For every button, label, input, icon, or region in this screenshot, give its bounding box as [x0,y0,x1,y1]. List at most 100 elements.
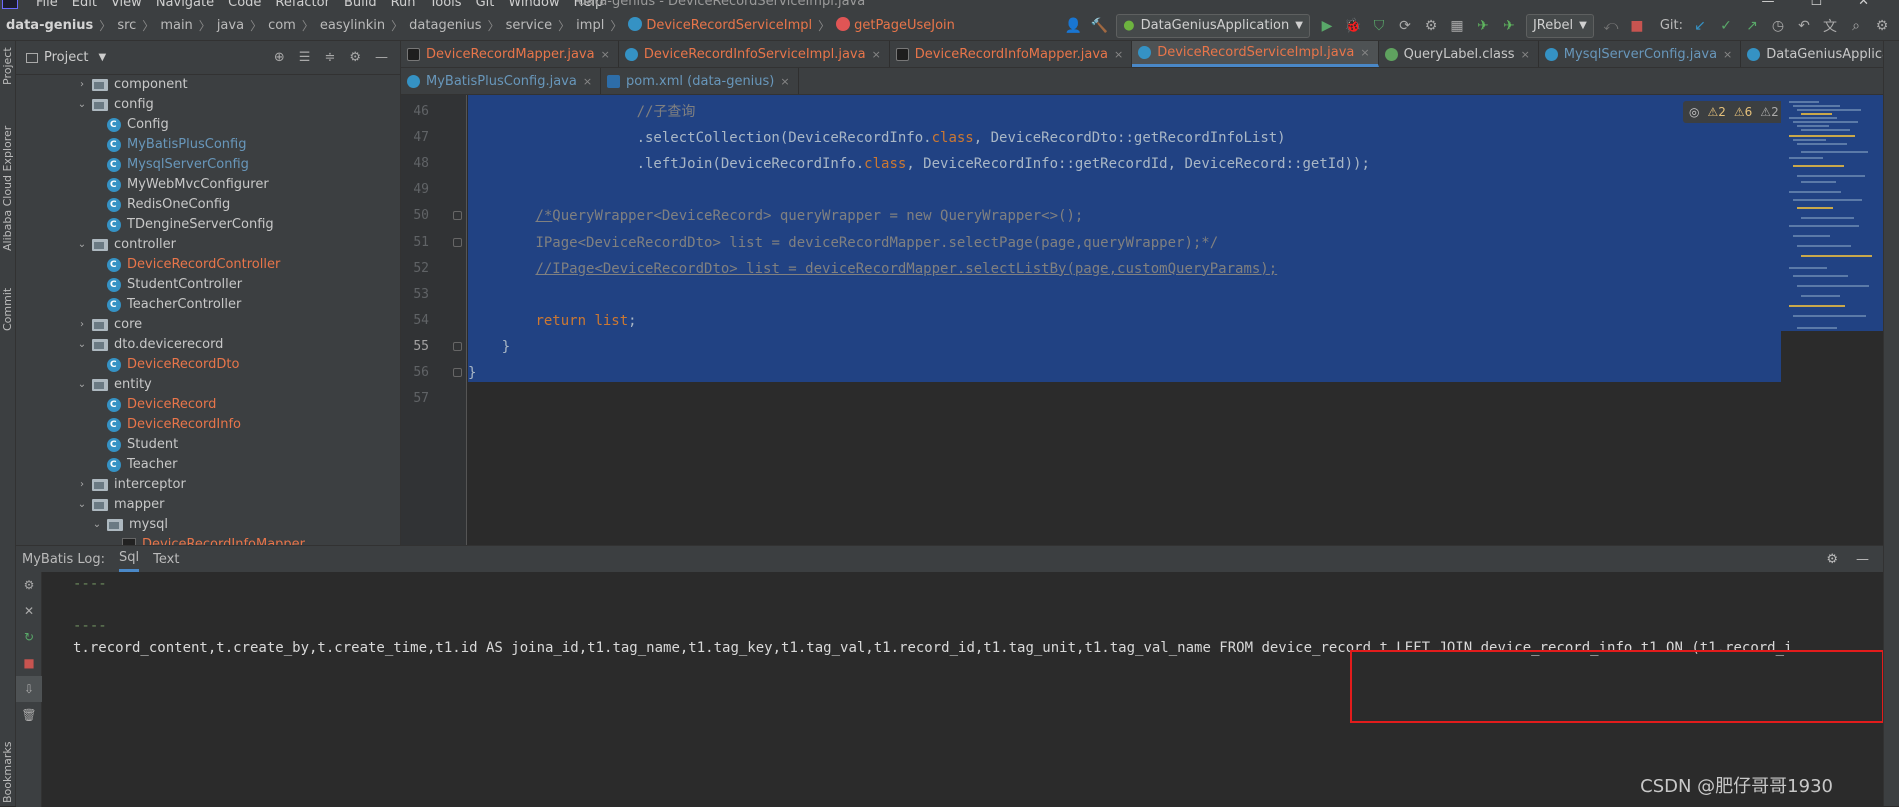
tree-item-tdengineserverconfig[interactable]: TDengineServerConfig [16,215,400,235]
locate-icon[interactable]: ⊕ [274,50,285,65]
expand-all-icon[interactable]: ☰ [299,50,311,65]
editor-tab-devicerecordinfoserviceimpl-java[interactable]: DeviceRecordInfoServiceImpl.java × [619,41,890,67]
stop-icon[interactable]: ■ [16,650,42,676]
chevron-right-icon[interactable]: › [76,315,88,335]
close-icon[interactable]: × [780,75,789,88]
project-tool-button[interactable]: Project [1,47,14,85]
fold-marker-icon[interactable] [453,237,462,247]
close-icon[interactable]: × [872,48,881,61]
tree-item-devicerecorddto[interactable]: DeviceRecordDto [16,355,400,375]
breadcrumb-item[interactable]: impl [576,18,604,33]
menu-item-build[interactable]: Build [344,0,377,10]
code-minimap[interactable] [1781,95,1893,545]
menu-item-code[interactable]: Code [228,0,261,10]
debug-icon[interactable]: 🐞 [1344,17,1362,35]
breadcrumb-item[interactable]: java [217,18,244,33]
jrebel-debug-icon[interactable]: ✈ [1500,17,1518,35]
chevron-down-icon[interactable]: ⌄ [76,235,88,255]
bookmarks-tool-button[interactable]: Bookmarks [1,742,14,803]
close-icon[interactable]: × [583,75,592,88]
tab-text[interactable]: Text [153,552,179,567]
close-icon[interactable]: × [1114,48,1123,61]
hide-icon[interactable]: — [375,50,388,65]
rerun-icon[interactable]: ↻ [16,624,42,650]
tree-item-mywebmvcconfigurer[interactable]: MyWebMvcConfigurer [16,175,400,195]
collapse-all-icon[interactable]: ≑ [324,50,335,65]
tree-item-entity[interactable]: ⌄ entity [16,375,400,395]
rollback-icon[interactable]: ↶ [1795,17,1813,35]
tree-item-core[interactable]: › core [16,315,400,335]
search-icon[interactable]: ⌕ [1847,17,1865,35]
alibaba-cloud-explorer-tool-button[interactable]: Alibaba Cloud Explorer [1,126,14,251]
code-view[interactable]: ◎ ⚠2 ⚠6 ⚠2 ⌃ ⌄ //子查询 .selectCollection(D… [468,95,1821,545]
tree-item-config[interactable]: ⌄ config [16,95,400,115]
tree-item-teacher[interactable]: Teacher [16,455,400,475]
tab-sql[interactable]: Sql [119,546,140,572]
fold-marker-icon[interactable] [453,368,462,377]
git-push-icon[interactable]: ↗ [1743,17,1761,35]
chevron-down-icon[interactable]: ▼ [98,52,106,63]
tree-item-mysql[interactable]: ⌄ mysql [16,515,400,535]
hide-icon[interactable]: — [1856,552,1869,567]
filter-icon[interactable]: ✕ [16,598,42,624]
attach-icon[interactable]: ⚙ [1422,17,1440,35]
chevron-right-icon[interactable]: › [76,75,88,95]
jrebel-select[interactable]: JRebel ▼ [1525,13,1594,38]
tree-item-studentcontroller[interactable]: StudentController [16,275,400,295]
breadcrumb-item[interactable]: service [506,18,553,33]
fold-marker-icon[interactable] [453,211,462,221]
tree-item-devicerecordinfo[interactable]: DeviceRecordInfo [16,415,400,435]
chevron-down-icon[interactable]: ⌄ [91,515,103,535]
build-hammer-icon[interactable]: 🔨 [1090,17,1108,35]
menu-item-edit[interactable]: Edit [72,0,97,10]
tree-item-mybatisplusconfig[interactable]: MyBatisPlusConfig [16,135,400,155]
breadcrumb-class[interactable]: DeviceRecordServiceImpl [628,17,812,33]
tree-item-interceptor[interactable]: › interceptor [16,475,400,495]
git-update-icon[interactable]: ↙ [1691,17,1709,35]
tree-item-controller[interactable]: ⌄ controller [16,235,400,255]
tree-item-devicerecord[interactable]: DeviceRecord [16,395,400,415]
history-icon[interactable]: ◷ [1769,17,1787,35]
editor-tab-mysqlserverconfig-java[interactable]: MysqlServerConfig.java × [1539,41,1742,67]
coverage-icon[interactable]: ⛉ [1370,17,1388,35]
chevron-down-icon[interactable]: ⌄ [76,335,88,355]
chevron-down-icon[interactable]: ⌄ [76,375,88,395]
run-icon[interactable]: ▶ [1318,17,1336,35]
menu-item-window[interactable]: Window [508,0,559,10]
gear-icon[interactable]: ⚙ [349,50,361,65]
tree-item-component[interactable]: › component [16,75,400,95]
editor-tab-datageniusapplication-java[interactable]: DataGeniusApplication.java× [1741,41,1899,67]
user-icon[interactable]: 👤 [1064,17,1082,35]
chevron-down-icon[interactable]: ⌄ [76,95,88,115]
tree-item-config[interactable]: Config [16,115,400,135]
menu-item-view[interactable]: View [111,0,142,10]
run-configuration-select[interactable]: ● DataGeniusApplication ▼ [1116,13,1310,38]
git-commit-icon[interactable]: ✓ [1717,17,1735,35]
clear-icon[interactable]: 🗑 [16,702,42,728]
fold-marker-icon[interactable] [453,341,462,351]
minimize-icon[interactable]: — [1761,0,1774,9]
tree-item-mysqlserverconfig[interactable]: MysqlServerConfig [16,155,400,175]
chevron-down-icon[interactable]: ⌄ [76,495,88,515]
menu-item-git[interactable]: Git [476,0,495,10]
close-icon[interactable]: × [1521,48,1530,61]
project-panel-title[interactable]: Project [44,50,88,65]
chevron-right-icon[interactable]: › [76,475,88,495]
editor-tab-devicerecordmapper-java[interactable]: DeviceRecordMapper.java × [401,41,619,67]
close-icon[interactable]: × [1723,48,1732,61]
settings-icon[interactable]: ⚙ [1873,17,1891,35]
menu-item-file[interactable]: File [36,0,58,10]
breadcrumb-item[interactable]: easylinkin [320,18,385,33]
stop-icon[interactable]: ■ [1628,17,1646,35]
rerun-icon[interactable]: ⤺ [1602,17,1620,35]
translate-icon[interactable]: 文 [1821,17,1839,35]
services-icon[interactable]: ▦ [1448,17,1466,35]
profile-icon[interactable]: ⟳ [1396,17,1414,35]
breadcrumb-item[interactable]: datagenius [409,18,481,33]
tree-item-dto-devicerecord[interactable]: ⌄ dto.devicerecord [16,335,400,355]
close-icon[interactable]: ✕ [1858,0,1869,9]
editor-tab-mybatisplusconfig-java[interactable]: MyBatisPlusConfig.java × [401,68,602,94]
menu-item-refactor[interactable]: Refactor [275,0,330,10]
close-icon[interactable]: × [601,48,610,61]
jrebel-run-icon[interactable]: ✈ [1474,17,1492,35]
